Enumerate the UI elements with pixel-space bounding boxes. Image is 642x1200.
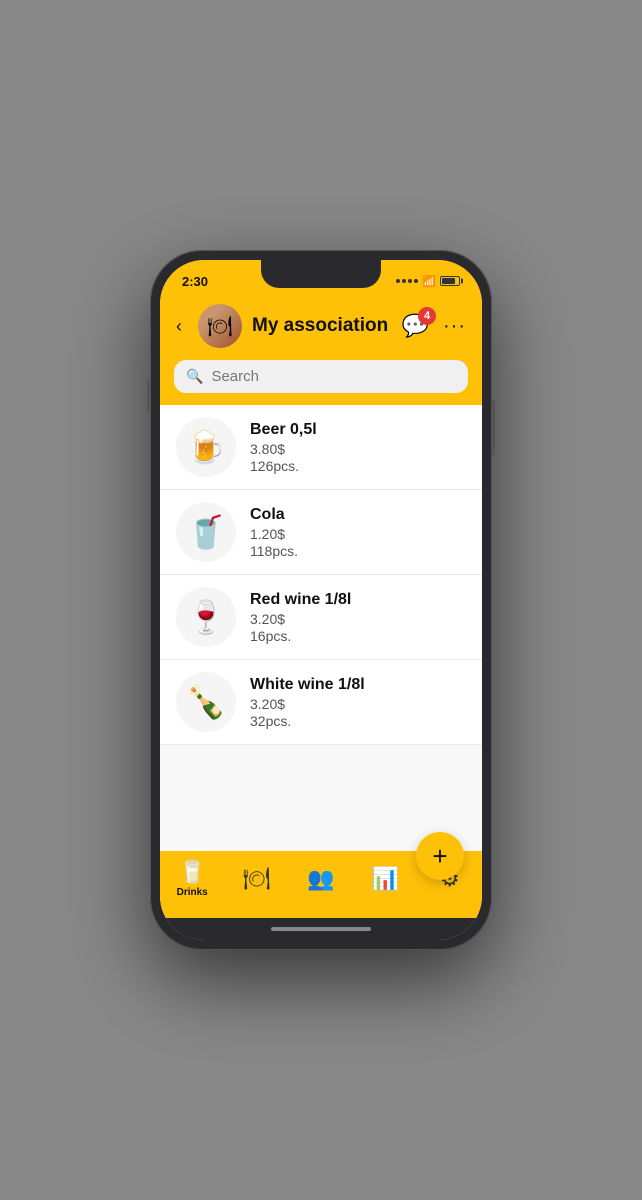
wifi-icon: 📶 [422, 275, 436, 288]
plus-icon: + [432, 841, 447, 872]
food-icon: 🍽 [243, 866, 271, 892]
search-input[interactable] [211, 368, 456, 385]
list-item[interactable]: 🥤 Cola 1.20$ 118pcs. [160, 490, 482, 575]
stats-icon: 📊 [372, 866, 399, 892]
search-icon: 🔍 [186, 368, 203, 385]
item-price: 3.20$ [250, 611, 351, 627]
search-input-wrap[interactable]: 🔍 [174, 360, 468, 393]
list-item[interactable]: 🍺 Beer 0,5l 3.80$ 126pcs. [160, 405, 482, 490]
item-list: 🍺 Beer 0,5l 3.80$ 126pcs. 🥤 Cola 1.20$ 1… [160, 405, 482, 851]
more-options-button[interactable]: ··· [443, 315, 466, 338]
item-price: 1.20$ [250, 526, 298, 542]
item-image: 🍷 [176, 587, 236, 647]
list-item[interactable]: 🍷 Red wine 1/8l 3.20$ 16pcs. [160, 575, 482, 660]
nav-item-food[interactable]: 🍽 [232, 866, 282, 892]
item-image: 🍺 [176, 417, 236, 477]
status-icons: 📶 [396, 275, 460, 288]
item-qty: 126pcs. [250, 458, 317, 474]
nav-item-stats[interactable]: 📊 [360, 866, 410, 892]
item-image: 🥤 [176, 502, 236, 562]
nav-item-members[interactable]: 👥 [296, 866, 346, 892]
item-info: Beer 0,5l 3.80$ 126pcs. [250, 421, 317, 474]
add-item-button[interactable]: + [416, 832, 464, 880]
item-name: Cola [250, 506, 298, 524]
item-name: Red wine 1/8l [250, 591, 351, 609]
battery-icon [440, 276, 460, 286]
item-name: White wine 1/8l [250, 676, 365, 694]
notch [261, 260, 381, 288]
avatar: 🍽 [198, 304, 242, 348]
notification-badge: 4 [418, 307, 436, 325]
notifications-button[interactable]: 💬 4 [402, 313, 429, 339]
item-info: Cola 1.20$ 118pcs. [250, 506, 298, 559]
status-time: 2:30 [182, 274, 208, 289]
drinks-icon: 🥛 [178, 859, 205, 885]
signal-icon [396, 279, 418, 283]
nav-label: Drinks [177, 887, 208, 898]
back-button[interactable]: ‹ [176, 314, 188, 339]
item-info: White wine 1/8l 3.20$ 32pcs. [250, 676, 365, 729]
item-price: 3.80$ [250, 441, 317, 457]
search-bar: 🔍 [160, 360, 482, 405]
list-item[interactable]: 🍾 White wine 1/8l 3.20$ 32pcs. [160, 660, 482, 745]
nav-item-drinks[interactable]: 🥛 Drinks [167, 859, 217, 898]
item-price: 3.20$ [250, 696, 365, 712]
item-qty: 16pcs. [250, 628, 351, 644]
item-qty: 32pcs. [250, 713, 365, 729]
item-info: Red wine 1/8l 3.20$ 16pcs. [250, 591, 351, 644]
page-title: My association [252, 315, 392, 337]
header-actions: 💬 4 ··· [402, 313, 466, 339]
members-icon: 👥 [307, 866, 334, 892]
item-qty: 118pcs. [250, 543, 298, 559]
item-name: Beer 0,5l [250, 421, 317, 439]
item-image: 🍾 [176, 672, 236, 732]
home-indicator [160, 918, 482, 940]
header: ‹ 🍽 My association 💬 4 ··· [160, 296, 482, 360]
